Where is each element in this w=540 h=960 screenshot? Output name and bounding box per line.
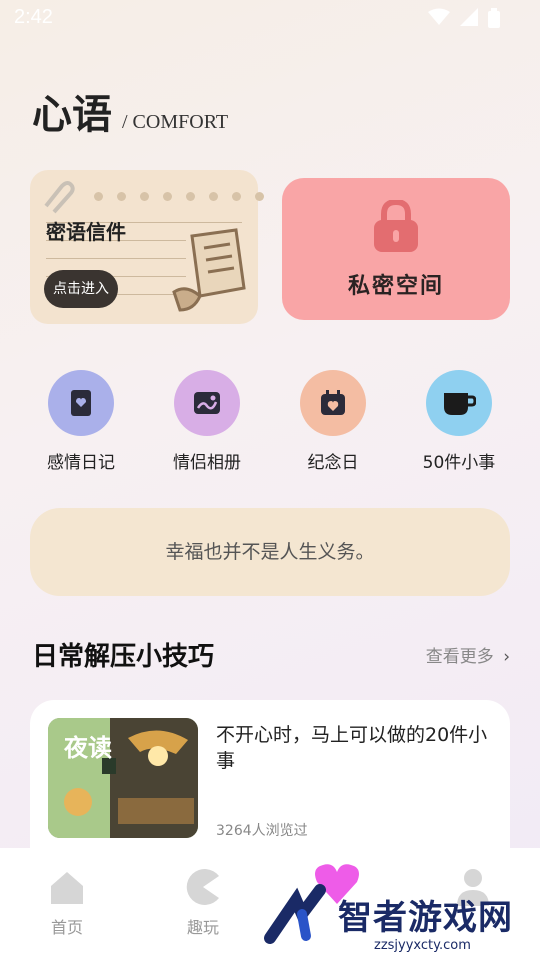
quick-entry-anniversary[interactable]: 纪念日 (283, 370, 383, 473)
quick-label: 感情日记 (47, 453, 115, 473)
lock-icon (374, 200, 418, 252)
quick-label: 50件小事 (422, 453, 496, 473)
secret-letter-label: 密语信件 (46, 220, 126, 244)
notebook-dots (94, 192, 264, 201)
tab-label: 趣玩 (186, 918, 219, 937)
quick-entry-50-things[interactable]: 50件小事 (409, 370, 509, 473)
article-views: 3264人浏览过 (216, 823, 308, 839)
tab-label: 首页 (50, 918, 83, 937)
chevron-right-icon: › (503, 647, 510, 667)
thumbnail-caption: 夜读 (64, 734, 112, 762)
wifi-icon (428, 8, 450, 25)
signal-icon (460, 8, 478, 26)
watermark-logo (264, 884, 326, 944)
letter-icon (172, 228, 246, 312)
section-title: 日常解压小技巧 (32, 642, 215, 672)
enter-button[interactable]: 点击进入 (44, 270, 118, 308)
see-more-link[interactable]: 查看更多 › (426, 642, 510, 667)
calendar-heart-icon (300, 370, 366, 436)
tab-home[interactable]: 首页 (22, 868, 112, 938)
status-time: 2:42 (14, 6, 53, 28)
watermark: 智者游戏网 zzsjyyxcty.com (262, 868, 540, 960)
page-header: 心语 / COMFORT (32, 82, 228, 140)
pacman-icon (186, 869, 219, 905)
quick-label: 纪念日 (307, 453, 359, 473)
page-subtitle: / COMFORT (122, 111, 229, 133)
private-space-label: 私密空间 (347, 274, 444, 299)
quick-entry-album[interactable]: 情侣相册 (157, 370, 257, 473)
quote-banner: 幸福也并不是人生义务。 (30, 508, 510, 596)
watermark-url: zzsjyyxcty.com (374, 938, 471, 953)
paperclip-icon (44, 181, 75, 214)
battery-icon (488, 8, 500, 28)
quick-entry-diary[interactable]: 感情日记 (31, 370, 131, 473)
home-icon (51, 872, 83, 904)
diary-icon (48, 370, 114, 436)
secret-letter-card[interactable]: 密语信件 点击进入 (30, 170, 264, 324)
quick-label: 情侣相册 (173, 453, 241, 473)
status-bar: 2:42 (0, 0, 540, 36)
see-more-label: 查看更多 (425, 647, 494, 667)
article-thumbnail: 夜读 (48, 718, 198, 838)
article-title: 不开心时，马上可以做的20件小事 (216, 724, 488, 772)
cup-icon (426, 370, 492, 436)
page-title: 心语 (32, 92, 112, 138)
album-icon (174, 370, 240, 436)
status-icons (428, 8, 500, 28)
private-space-card[interactable]: 私密空间 (282, 178, 510, 320)
tab-fun[interactable]: 趣玩 (158, 868, 248, 938)
watermark-text: 智者游戏网 (338, 898, 513, 938)
